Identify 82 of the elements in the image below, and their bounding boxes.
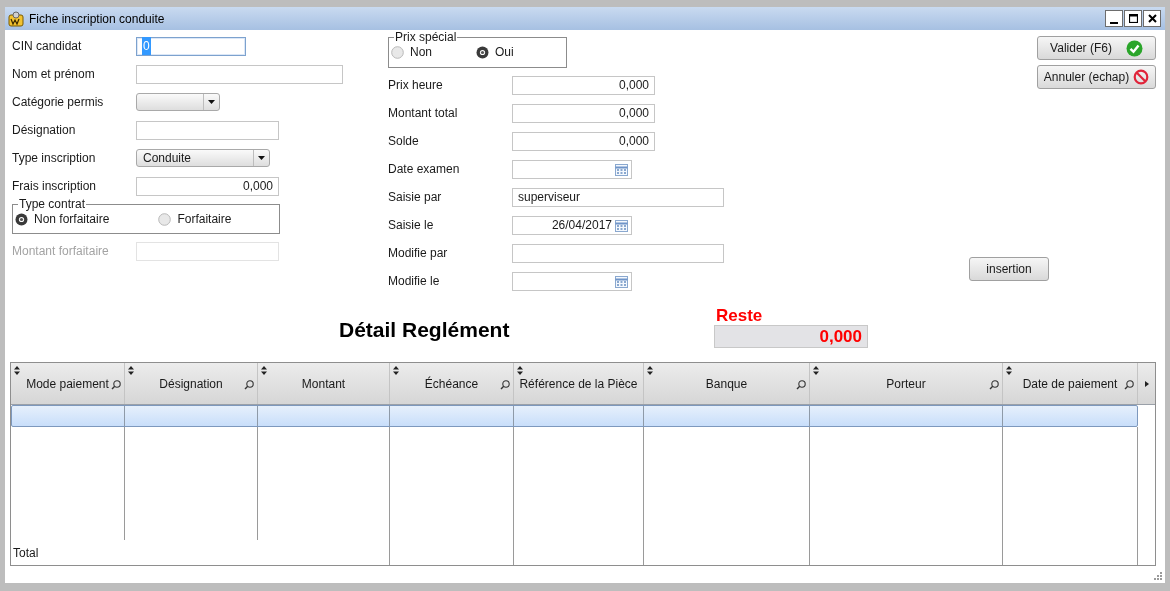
calendar-icon bbox=[614, 273, 629, 289]
sort-icon bbox=[517, 366, 523, 375]
search-icon bbox=[1124, 380, 1134, 390]
app-icon bbox=[8, 10, 24, 27]
close-button[interactable] bbox=[1143, 10, 1161, 27]
field-label: Type inscription bbox=[12, 150, 97, 167]
input-field[interactable]: 0,000 bbox=[512, 75, 655, 95]
section-title: Détail Reglément bbox=[339, 317, 510, 344]
remaining-label: Reste bbox=[715, 307, 764, 325]
radio-button[interactable]: Non forfaitaire bbox=[15, 210, 110, 228]
resize-grip-icon bbox=[1154, 572, 1162, 580]
close-icon bbox=[1147, 14, 1157, 23]
maximize-button[interactable] bbox=[1124, 10, 1142, 27]
sort-icon bbox=[1006, 366, 1012, 375]
input-field[interactable]: 0,000 bbox=[512, 131, 655, 151]
sort-icon bbox=[14, 366, 20, 375]
sort-icon bbox=[813, 366, 819, 375]
scroll-button[interactable] bbox=[1138, 363, 1155, 404]
sort-icon bbox=[261, 366, 267, 375]
remaining-amount: 0,000 bbox=[714, 325, 868, 348]
sort-icon bbox=[647, 366, 653, 375]
search-icon bbox=[989, 380, 999, 390]
column-header[interactable]: Banque bbox=[644, 363, 810, 404]
field-label: Catégorie permis bbox=[12, 94, 105, 111]
field-label: Montant forfaitaire bbox=[12, 243, 110, 260]
scroll-right-icon bbox=[1144, 380, 1149, 387]
total-label: Total bbox=[13, 544, 39, 562]
field-label: Date examen bbox=[388, 161, 461, 178]
field-label: Modifie par bbox=[388, 245, 449, 262]
sort-icon bbox=[393, 366, 399, 375]
date-field[interactable] bbox=[512, 159, 632, 179]
date-field[interactable] bbox=[512, 271, 632, 291]
field-label: CIN candidat bbox=[12, 38, 83, 55]
input-field[interactable] bbox=[136, 120, 279, 140]
minimize-button[interactable] bbox=[1105, 10, 1123, 27]
field-label: Désignation bbox=[12, 122, 77, 139]
calendar-icon bbox=[614, 161, 629, 177]
group-label: Type contrat bbox=[18, 198, 87, 210]
column-header[interactable]: Désignation bbox=[125, 363, 258, 404]
dropdown[interactable]: Conduite bbox=[136, 149, 270, 167]
caret-icon bbox=[257, 155, 266, 161]
check-icon bbox=[1125, 39, 1143, 57]
date-field[interactable]: 26/04/2017 bbox=[512, 215, 632, 235]
field-label: Solde bbox=[388, 133, 420, 150]
calendar-icon bbox=[614, 217, 629, 233]
radio-button[interactable]: Forfaitaire bbox=[158, 210, 232, 228]
search-icon bbox=[796, 380, 806, 390]
column-header[interactable]: Échéance bbox=[390, 363, 514, 404]
search-icon bbox=[500, 380, 510, 390]
search-icon bbox=[111, 380, 121, 390]
column-header[interactable]: Porteur bbox=[810, 363, 1003, 404]
column-header[interactable]: Mode paiement bbox=[11, 363, 125, 404]
field-label: Montant total bbox=[388, 105, 459, 122]
field-label: Saisie le bbox=[388, 217, 435, 234]
field-label: Modifie le bbox=[388, 273, 441, 290]
cancel-button[interactable]: Annuler (echap) bbox=[1037, 65, 1156, 89]
column-header[interactable]: Montant bbox=[258, 363, 390, 404]
window-title: Fiche inscription conduite bbox=[29, 10, 165, 28]
column-header[interactable]: Date de paiement bbox=[1003, 363, 1138, 404]
table-row[interactable] bbox=[11, 405, 1138, 427]
no-entry-icon bbox=[1133, 69, 1150, 85]
input-field[interactable]: 0,000 bbox=[136, 176, 279, 196]
radio-button[interactable]: Non bbox=[391, 43, 432, 61]
dropdown[interactable] bbox=[136, 93, 220, 111]
radio-button[interactable]: Oui bbox=[476, 43, 514, 61]
validate-button[interactable]: Valider (F6) bbox=[1037, 36, 1156, 60]
maximize-icon bbox=[1128, 14, 1138, 23]
field-label: Nom et prénom bbox=[12, 66, 96, 83]
input-field[interactable]: superviseur bbox=[512, 187, 724, 207]
sort-icon bbox=[128, 366, 134, 375]
minimize-icon bbox=[1110, 21, 1118, 24]
search-icon bbox=[244, 380, 254, 390]
insert-button[interactable]: insertion bbox=[969, 257, 1049, 281]
field-label: Frais inscription bbox=[12, 178, 98, 195]
input-field[interactable] bbox=[136, 64, 343, 84]
group-label: Prix spécial bbox=[394, 31, 458, 43]
input-field[interactable] bbox=[512, 243, 724, 263]
field-label: Prix heure bbox=[388, 77, 444, 94]
field-label: Saisie par bbox=[388, 189, 443, 206]
input-field[interactable]: 0,000 bbox=[512, 103, 655, 123]
caret-icon bbox=[207, 99, 216, 105]
column-header[interactable]: Référence de la Pièce bbox=[514, 363, 644, 404]
